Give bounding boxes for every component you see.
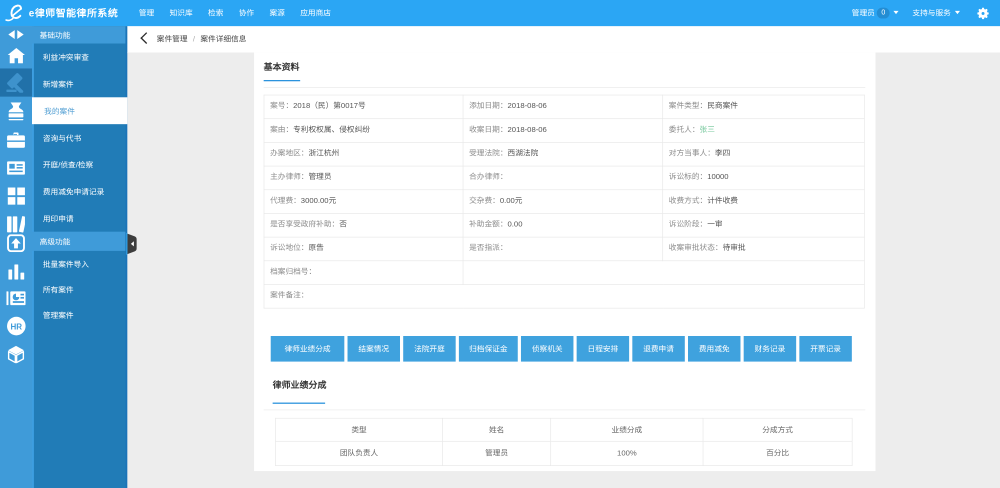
svg-text:HR: HR [10, 322, 22, 331]
